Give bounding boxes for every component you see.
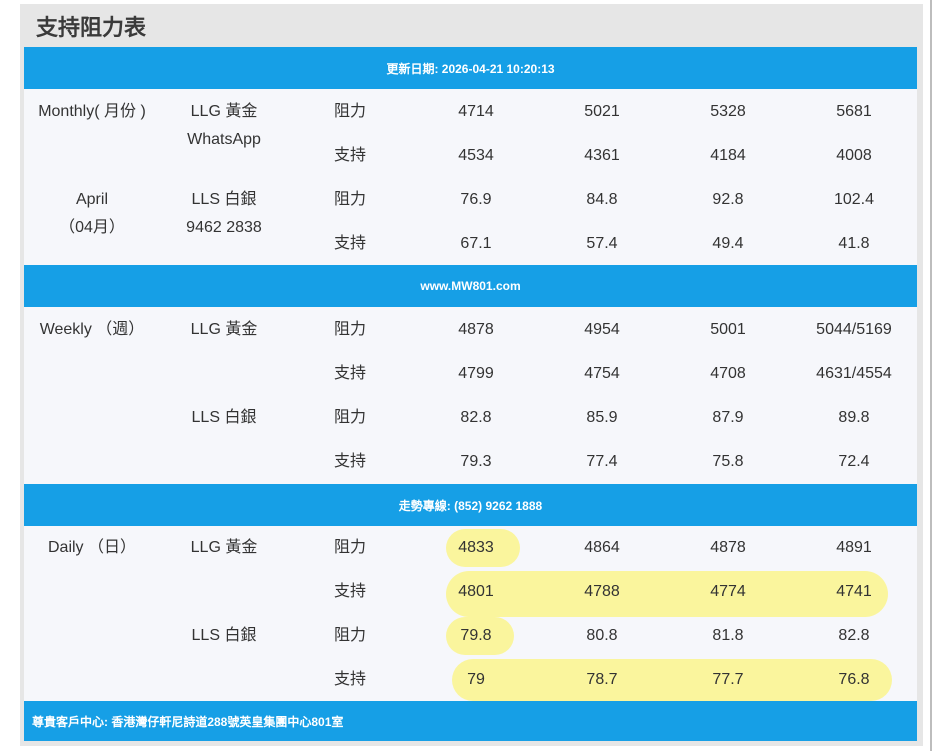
value-cell: 4361 bbox=[584, 147, 620, 164]
period-label: Daily （日） bbox=[47, 539, 136, 556]
value-cell: 4864 bbox=[584, 539, 620, 556]
value-cell: 4008 bbox=[836, 147, 872, 164]
row-type: 支持 bbox=[333, 453, 366, 470]
website-bar[interactable]: www.MW801.com bbox=[24, 265, 917, 307]
value-cell: 4774 bbox=[710, 583, 746, 600]
page-title: 支持阻力表 bbox=[36, 15, 147, 40]
update-bar: 更新日期: 2026-04-21 10:20:13 bbox=[24, 47, 917, 89]
value-cell: 79 bbox=[467, 671, 485, 688]
value-cell: 4714 bbox=[458, 103, 494, 120]
whatsapp-label: WhatsApp bbox=[187, 131, 261, 148]
period-month-cn: （04月） bbox=[59, 219, 125, 236]
value-cell: 77.7 bbox=[712, 671, 744, 688]
value-cell: 4741 bbox=[836, 583, 872, 600]
period-label: Monthly( 月份 ) bbox=[38, 103, 146, 120]
value-cell: 72.4 bbox=[838, 453, 870, 470]
silver-label: LLS 白銀 bbox=[191, 627, 257, 644]
value-cell: 87.9 bbox=[712, 409, 744, 426]
value-cell: 80.8 bbox=[586, 627, 618, 644]
value-cell: 5681 bbox=[836, 103, 872, 120]
row-type: 阻力 bbox=[333, 539, 366, 556]
gold-label: LLG 黃金 bbox=[190, 539, 258, 556]
support-resistance-table: 更新日期: 2026-04-21 10:20:13 www.MW801.com … bbox=[24, 47, 917, 741]
value-cell: 4788 bbox=[584, 583, 620, 600]
row-type: 阻力 bbox=[333, 321, 366, 338]
gold-label: LLG 黃金 bbox=[190, 321, 258, 338]
value-cell: 57.4 bbox=[586, 235, 618, 252]
value-cell: 4184 bbox=[710, 147, 746, 164]
value-cell: 79.3 bbox=[460, 453, 492, 470]
value-cell: 4708 bbox=[710, 365, 746, 382]
value-cell: 81.8 bbox=[712, 627, 744, 644]
value-cell: 75.8 bbox=[712, 453, 744, 470]
silver-label: LLS 白銀 bbox=[191, 191, 257, 208]
value-cell: 5021 bbox=[584, 103, 620, 120]
value-cell: 4954 bbox=[584, 321, 620, 338]
value-cell: 76.8 bbox=[838, 671, 870, 688]
row-type: 支持 bbox=[333, 235, 366, 252]
row-type: 阻力 bbox=[333, 409, 366, 426]
row-type: 支持 bbox=[333, 365, 366, 382]
value-cell: 4891 bbox=[836, 539, 872, 556]
period-label: Weekly （週） bbox=[39, 321, 145, 338]
period-month: April bbox=[75, 191, 108, 208]
value-cell: 67.1 bbox=[460, 235, 492, 252]
value-cell: 4878 bbox=[710, 539, 746, 556]
value-cell: 4833 bbox=[458, 539, 494, 556]
hotline-bar: 走勢專線: (852) 9262 1888 bbox=[24, 484, 917, 526]
whatsapp-number: 9462 2838 bbox=[186, 219, 262, 236]
value-cell: 82.8 bbox=[838, 627, 870, 644]
value-cell: 5001 bbox=[710, 321, 746, 338]
value-cell: 49.4 bbox=[712, 235, 744, 252]
row-type: 阻力 bbox=[333, 103, 366, 120]
value-cell: 102.4 bbox=[833, 191, 875, 208]
row-type: 支持 bbox=[333, 671, 366, 688]
value-cell: 89.8 bbox=[838, 409, 870, 426]
value-cell: 78.7 bbox=[586, 671, 618, 688]
window-edge bbox=[930, 0, 932, 751]
value-cell: 82.8 bbox=[460, 409, 492, 426]
address-bar: 尊貴客戶中心: 香港灣仔軒尼詩道288號英皇集團中心801室 bbox=[24, 701, 917, 741]
value-cell: 77.4 bbox=[586, 453, 618, 470]
value-cell: 5328 bbox=[710, 103, 746, 120]
value-cell: 4878 bbox=[458, 321, 494, 338]
value-cell: 76.9 bbox=[460, 191, 492, 208]
silver-label: LLS 白銀 bbox=[191, 409, 257, 426]
value-cell: 4801 bbox=[458, 583, 494, 600]
value-cell: 85.9 bbox=[586, 409, 618, 426]
row-type: 支持 bbox=[333, 147, 366, 164]
gold-label: LLG 黃金 bbox=[190, 103, 258, 120]
value-cell: 4534 bbox=[458, 147, 494, 164]
value-cell: 41.8 bbox=[838, 235, 870, 252]
value-cell: 4754 bbox=[584, 365, 620, 382]
value-cell: 4631/4554 bbox=[816, 365, 892, 382]
value-cell: 79.8 bbox=[460, 627, 492, 644]
value-cell: 5044/5169 bbox=[816, 321, 892, 338]
value-cell: 92.8 bbox=[712, 191, 744, 208]
row-type: 阻力 bbox=[333, 627, 366, 644]
value-cell: 84.8 bbox=[586, 191, 618, 208]
row-type: 阻力 bbox=[333, 191, 366, 208]
value-cell: 4799 bbox=[458, 365, 494, 382]
row-type: 支持 bbox=[333, 583, 366, 600]
